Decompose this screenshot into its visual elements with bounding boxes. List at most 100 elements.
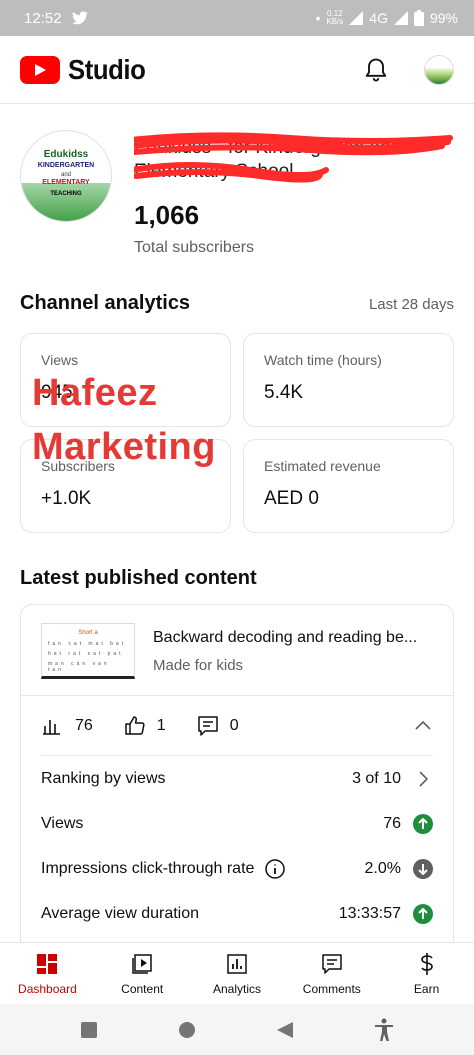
avatar-text-1: Edukidss bbox=[43, 149, 89, 160]
dashboard-icon bbox=[37, 953, 58, 974]
metric-row: Average view duration 13:33:57 bbox=[21, 891, 453, 936]
nav-comments[interactable]: Comments bbox=[284, 943, 379, 1004]
analytics-cards: Views 945 Watch time (hours) 5.4K Subscr… bbox=[0, 315, 474, 533]
metric-value: 76 bbox=[383, 814, 401, 832]
card-label: Estimated revenue bbox=[264, 458, 381, 474]
metric-row: Views 76 bbox=[21, 801, 453, 846]
thumb-row: man can van tan bbox=[48, 661, 110, 673]
nav-label: Dashboard bbox=[18, 981, 77, 996]
trend-down-icon bbox=[413, 858, 433, 879]
card-label: Subscribers bbox=[41, 458, 115, 474]
chevron-right-icon bbox=[419, 770, 429, 787]
video-row[interactable]: Short a fan cat mat bat hat rat sat pat … bbox=[21, 605, 453, 696]
dot-icon: • bbox=[315, 10, 321, 26]
channel-avatar: Edukidss KINDERGARTEN and ELEMENTARY TEA… bbox=[20, 130, 112, 222]
info-icon[interactable] bbox=[264, 858, 286, 880]
app-title: Studio bbox=[68, 53, 146, 85]
metric-label-group: Impressions click-through rate bbox=[41, 858, 365, 880]
app-bar: Studio bbox=[0, 36, 474, 104]
recents-button[interactable] bbox=[79, 1020, 99, 1040]
nav-label: Content bbox=[121, 981, 164, 996]
analytics-range[interactable]: Last 28 days bbox=[369, 296, 454, 313]
subscribers-card[interactable]: Subscribers +1.0K bbox=[20, 439, 231, 533]
thumb-title: Short a bbox=[78, 630, 98, 636]
avatar-text-4: ELEMENTARY bbox=[42, 179, 90, 186]
metric-label: Views bbox=[41, 814, 84, 832]
nav-label: Earn bbox=[413, 981, 440, 996]
network-type: 4G bbox=[369, 10, 388, 26]
thumb-row: hat rat sat pat bbox=[48, 651, 124, 657]
status-time: 12:52 bbox=[24, 9, 62, 27]
analytics-icon bbox=[227, 953, 247, 974]
video-title: Backward decoding and reading be... bbox=[153, 628, 418, 646]
video-thumbnail: Short a fan cat mat bat hat rat sat pat … bbox=[41, 623, 135, 679]
thumb-row: fan cat mat bat bbox=[48, 641, 127, 647]
channel-name: Edukidss - for Kindergarten and Elementa… bbox=[134, 130, 454, 192]
card-value: 945 bbox=[41, 382, 73, 403]
system-nav-bar bbox=[0, 1004, 474, 1055]
views-count: 76 bbox=[75, 716, 93, 734]
card-label: Views bbox=[41, 352, 79, 368]
card-value: +1.0K bbox=[41, 488, 92, 509]
nav-content[interactable]: Content bbox=[95, 943, 190, 1004]
twitter-icon bbox=[71, 11, 88, 25]
comments-count: 0 bbox=[229, 716, 239, 734]
notifications-bell-icon[interactable] bbox=[362, 56, 390, 84]
avatar-ground bbox=[21, 183, 111, 221]
back-button[interactable] bbox=[275, 1020, 295, 1040]
subscriber-count: 1,066 bbox=[134, 200, 200, 230]
comments-icon bbox=[322, 953, 342, 974]
revenue-card[interactable]: Estimated revenue AED 0 bbox=[243, 439, 454, 533]
youtube-logo-icon bbox=[20, 55, 60, 84]
accessibility-icon[interactable] bbox=[373, 1018, 395, 1042]
status-bar: 12:52 • 0.12 KB/s 4G 99% bbox=[0, 0, 474, 36]
metric-value: 2.0% bbox=[364, 859, 401, 877]
signal-icon bbox=[349, 11, 364, 25]
battery-level: 99% bbox=[429, 10, 458, 26]
latest-content-card: Short a fan cat mat bat hat rat sat pat … bbox=[20, 604, 454, 964]
analytics-header: Channel analytics Last 28 days bbox=[0, 292, 474, 315]
metric-row[interactable]: Ranking by views 3 of 10 bbox=[21, 756, 453, 801]
views-card[interactable]: Views 945 bbox=[20, 333, 231, 427]
studio-logo[interactable]: Studio bbox=[20, 54, 362, 86]
subscriber-label: Total subscribers bbox=[134, 239, 255, 256]
avatar-text-2: KINDERGARTEN bbox=[37, 162, 95, 169]
trend-up-icon bbox=[413, 813, 433, 834]
nav-analytics[interactable]: Analytics bbox=[190, 943, 285, 1004]
metric-label: Ranking by views bbox=[41, 769, 166, 787]
bottom-nav: Dashboard Content Analytics Comments Ear… bbox=[0, 942, 474, 1004]
nav-label: Analytics bbox=[212, 981, 261, 996]
avatar-text-3: and bbox=[60, 172, 71, 178]
metric-label: Average view duration bbox=[41, 904, 200, 922]
avatar-text-5: TEACHING bbox=[50, 191, 82, 197]
video-info: Backward decoding and reading be... Made… bbox=[153, 629, 433, 674]
watch-time-card[interactable]: Watch time (hours) 5.4K bbox=[243, 333, 454, 427]
analytics-title: Channel analytics bbox=[20, 292, 191, 314]
chevron-up-icon[interactable] bbox=[413, 716, 433, 736]
redaction-scribble bbox=[134, 132, 453, 183]
comment-icon bbox=[197, 715, 218, 736]
nav-earn[interactable]: Earn bbox=[379, 943, 474, 1004]
channel-header: Edukidss KINDERGARTEN and ELEMENTARY TEA… bbox=[0, 104, 474, 284]
content-icon bbox=[132, 953, 152, 974]
card-value: AED 0 bbox=[264, 488, 319, 509]
trend-up-icon bbox=[413, 903, 433, 924]
views-stat: 76 bbox=[41, 714, 93, 738]
likes-count: 1 bbox=[156, 716, 166, 734]
metric-value: 3 of 10 bbox=[352, 769, 401, 787]
card-value: 5.4K bbox=[264, 382, 304, 403]
metric-label: Impressions click-through rate bbox=[41, 859, 255, 877]
channel-info: Edukidss - for Kindergarten and Elementa… bbox=[134, 130, 454, 284]
metric-value: 13:33:57 bbox=[338, 904, 401, 922]
account-avatar[interactable] bbox=[424, 54, 454, 85]
battery-icon bbox=[413, 10, 424, 26]
video-subtitle: Made for kids bbox=[153, 656, 244, 674]
nav-label: Comments bbox=[302, 981, 361, 996]
home-button[interactable] bbox=[177, 1020, 197, 1040]
thumbs-up-icon bbox=[125, 715, 145, 735]
video-stats-row: 76 1 0 bbox=[41, 696, 433, 756]
data-rate-unit: KB/s bbox=[326, 17, 344, 26]
likes-stat: 1 bbox=[123, 714, 166, 738]
latest-content-title: Latest published content bbox=[20, 567, 257, 589]
nav-dashboard[interactable]: Dashboard bbox=[0, 943, 95, 1004]
